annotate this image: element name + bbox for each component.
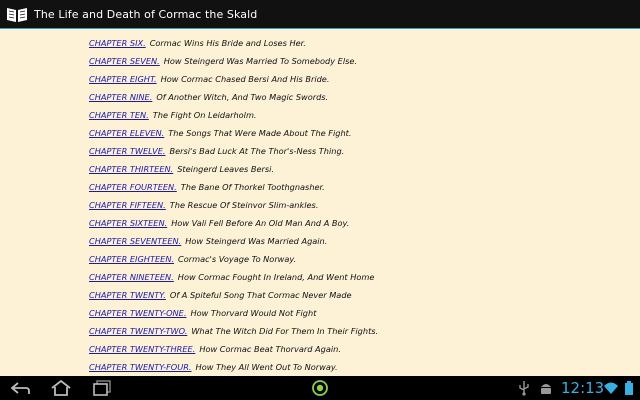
toc-entry: CHAPTER TWENTY-ONE. How Thorvard Would No… [89,304,378,322]
chapter-link[interactable]: CHAPTER SIX. [89,38,146,48]
toc-entry: CHAPTER TWENTY-FOUR. How They All Went Ou… [89,358,378,376]
chapter-title: Cormac's Voyage To Norway. [178,254,297,264]
chapter-title: Steingerd Leaves Bersi. [177,164,275,174]
toc-entry: CHAPTER FIFTEEN. The Rescue Of Steinvor S… [89,196,378,214]
chapter-link[interactable]: CHAPTER TWENTY. [89,290,166,300]
home-icon[interactable] [48,378,74,398]
chapter-title: How They All Went Out To Norway. [195,362,338,372]
chapter-link[interactable]: CHAPTER NINE. [89,92,152,102]
chapter-link[interactable]: CHAPTER FIFTEEN. [89,200,166,210]
toc-entry: CHAPTER SEVEN. How Steingerd Was Married … [89,52,378,70]
android-debug-icon[interactable] [538,380,554,396]
chapter-title: The Songs That Were Made About The Fight… [168,128,352,138]
chapter-link[interactable]: CHAPTER TWELVE. [89,146,166,156]
chapter-title: What The Witch Did For Them In Their Fig… [191,326,379,336]
recent-apps-icon[interactable] [89,378,115,398]
system-bar: 12:13 [0,376,640,400]
toc-entry: CHAPTER TWELVE. Bersi's Bad Luck At The T… [89,142,378,160]
toc-entry: CHAPTER TWENTY-TWO. What The Witch Did Fo… [89,322,378,340]
notification-dot-icon[interactable] [307,378,333,398]
open-book-icon[interactable] [6,5,28,23]
chapter-title: Cormac Wins His Bride and Loses Her. [149,38,306,48]
chapter-link[interactable]: CHAPTER TWENTY-ONE. [89,308,186,318]
battery-icon[interactable] [621,380,637,396]
chapter-link[interactable]: CHAPTER EIGHT. [89,74,157,84]
toc-entry: CHAPTER SEVENTEEN. How Steingerd Was Marr… [89,232,378,250]
app-title: The Life and Death of Cormac the Skald [34,7,258,21]
toc-entry: CHAPTER SIXTEEN. How Vali Fell Before An … [89,214,378,232]
toc-entry: CHAPTER SIX. Cormac Wins His Bride and Lo… [89,34,378,52]
toc-entry: CHAPTER NINE. Of Another Witch, And Two M… [89,88,378,106]
toc-entry: CHAPTER TEN. The Fight On Leidarholm. [89,106,378,124]
chapter-link[interactable]: CHAPTER THIRTEEN. [89,164,173,174]
chapter-title: Of Another Witch, And Two Magic Swords. [156,92,329,102]
chapter-link[interactable]: CHAPTER TEN. [89,110,149,120]
table-of-contents: CHAPTER SIX. Cormac Wins His Bride and Lo… [89,34,378,376]
chapter-link[interactable]: CHAPTER EIGHTEEN. [89,254,174,264]
chapter-link[interactable]: CHAPTER NINETEEN. [89,272,174,282]
chapter-link[interactable]: CHAPTER TWENTY-THREE. [89,344,195,354]
chapter-link[interactable]: CHAPTER SEVEN. [89,56,160,66]
chapter-link[interactable]: CHAPTER TWENTY-FOUR. [89,362,192,372]
chapter-link[interactable]: CHAPTER ELEVEN. [89,128,164,138]
toc-entry: CHAPTER THIRTEEN. Steingerd Leaves Bersi. [89,160,378,178]
chapter-title: Of A Spiteful Song That Cormac Never Mad… [169,290,352,300]
chapter-title: How Thorvard Would Not Fight [190,308,317,318]
chapter-title: The Fight On Leidarholm. [152,110,257,120]
chapter-title: How Vali Fell Before An Old Man And A Bo… [171,218,350,228]
chapter-title: How Cormac Chased Bersi And His Bride. [160,74,330,84]
chapter-link[interactable]: CHAPTER SEVENTEEN. [89,236,181,246]
app-bar: The Life and Death of Cormac the Skald [0,0,640,28]
chapter-title: How Cormac Fought In Ireland, And Went H… [177,272,375,282]
toc-entry: CHAPTER FOURTEEN. The Bane Of Thorkel Too… [89,178,378,196]
chapter-title: How Steingerd Was Married Again. [185,236,328,246]
toc-entry: CHAPTER ELEVEN. The Songs That Were Made … [89,124,378,142]
chapter-title: Bersi's Bad Luck At The Thor's-Ness Thin… [169,146,345,156]
reader-content[interactable]: CHAPTER SIX. Cormac Wins His Bride and Lo… [0,29,640,376]
status-clock[interactable]: 12:13 [561,378,604,398]
chapter-link[interactable]: CHAPTER FOURTEEN. [89,182,177,192]
chapter-title: The Bane Of Thorkel Toothgnasher. [180,182,325,192]
toc-entry: CHAPTER EIGHT. How Cormac Chased Bersi An… [89,70,378,88]
chapter-title: How Cormac Beat Thorvard Again. [199,344,341,354]
back-icon[interactable] [7,378,33,398]
chapter-link[interactable]: CHAPTER SIXTEEN. [89,218,167,228]
chapter-link[interactable]: CHAPTER TWENTY-TWO. [89,326,187,336]
wifi-icon[interactable] [603,380,619,396]
toc-entry: CHAPTER NINETEEN. How Cormac Fought In Ir… [89,268,378,286]
toc-entry: CHAPTER EIGHTEEN. Cormac's Voyage To Norw… [89,250,378,268]
chapter-title: The Rescue Of Steinvor Slim-ankles. [169,200,319,210]
toc-entry: CHAPTER TWENTY-THREE. How Cormac Beat Tho… [89,340,378,358]
toc-entry: CHAPTER TWENTY. Of A Spiteful Song That C… [89,286,378,304]
usb-icon[interactable] [516,380,532,396]
chapter-title: How Steingerd Was Married To Somebody El… [163,56,358,66]
